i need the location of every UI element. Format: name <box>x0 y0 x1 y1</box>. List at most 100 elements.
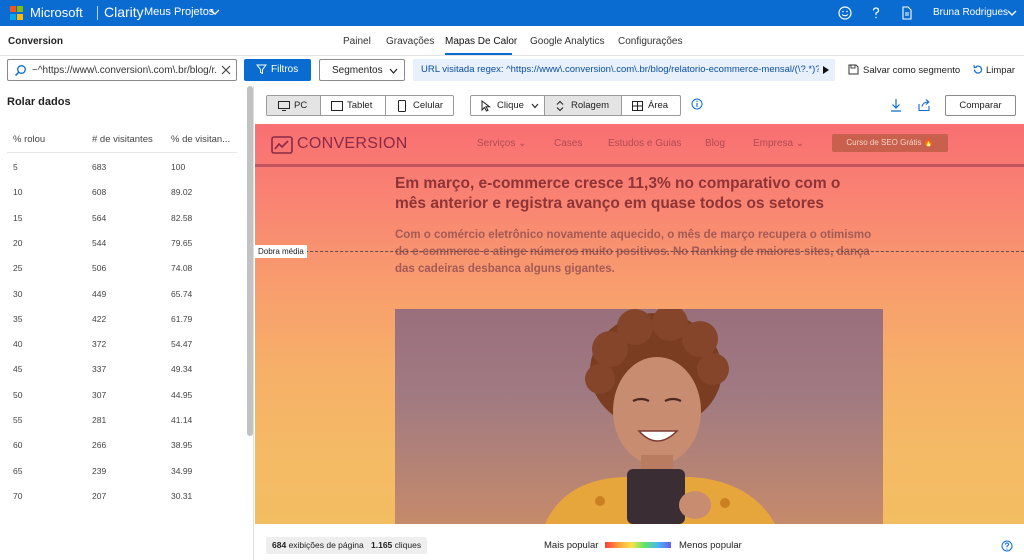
cell-visitors: 564 <box>92 212 107 223</box>
table-row[interactable]: 40 372 54.47 <box>0 339 245 363</box>
pageviews-stat: 684 exibições de página <box>266 537 370 554</box>
chevron-down-icon <box>389 68 398 74</box>
site-brand: CONVERSION <box>297 135 408 152</box>
hero-image <box>395 309 883 524</box>
chevron-down-icon[interactable] <box>1007 8 1017 18</box>
tab-gravacoes[interactable]: Gravações <box>386 36 434 47</box>
help-circle-icon[interactable] <box>1001 540 1013 552</box>
clear-button[interactable]: Limpar <box>972 64 1015 76</box>
table-row[interactable]: 60 266 38.95 <box>0 440 245 464</box>
save-icon <box>848 64 859 75</box>
table-row[interactable]: 10 608 89.02 <box>0 187 245 211</box>
cell-percent-visitors: 41.14 <box>171 415 193 425</box>
filters-button[interactable]: Filtros <box>244 59 311 81</box>
cell-visitors: 307 <box>92 389 107 400</box>
cell-visitors: 372 <box>92 339 107 350</box>
search-input[interactable]: ~^https://www\.conversion\.com\.br/blog/… <box>7 59 237 81</box>
table-row[interactable]: 30 449 65.74 <box>0 289 245 313</box>
column-header-visitors[interactable]: # de visitantes <box>92 134 153 145</box>
search-icon <box>14 65 26 77</box>
play-icon[interactable] <box>822 65 830 75</box>
share-icon[interactable] <box>917 98 931 112</box>
mobile-icon <box>398 100 406 112</box>
cell-visitors: 239 <box>92 465 107 476</box>
brand-divider <box>97 6 98 20</box>
table-row[interactable]: 55 281 41.14 <box>0 415 245 439</box>
clarity-brand[interactable]: Clarity <box>104 4 144 20</box>
cell-visitors: 608 <box>92 187 107 198</box>
cell-percent-visitors: 34.99 <box>171 465 193 476</box>
average-fold-line <box>255 251 1024 252</box>
table-row[interactable]: 15 564 82.58 <box>0 213 245 237</box>
cell-visitors: 683 <box>92 162 107 172</box>
save-segment-button[interactable]: Salvar como segmento <box>848 64 960 76</box>
download-icon[interactable] <box>889 98 903 112</box>
site-cta-button: Curso de SEO Grátis 🔥 <box>832 134 948 152</box>
scrollbar[interactable] <box>247 86 253 436</box>
mode-scroll-button[interactable]: Rolagem <box>545 96 622 115</box>
undo-icon <box>973 64 983 74</box>
cell-percent-scrolled: 30 <box>13 288 23 299</box>
smiley-icon[interactable] <box>837 5 853 21</box>
table-row[interactable]: 25 506 74.08 <box>0 263 245 287</box>
top-bar: Microsoft Clarity Meus Projetos Bruna Ro… <box>0 0 1024 26</box>
heatmap-viewport[interactable]: CONVERSION Serviços ⌄ Cases Estudos e Gu… <box>255 124 1024 524</box>
tab-configuracoes[interactable]: Configurações <box>618 36 682 47</box>
segments-label: Segmentos <box>332 65 383 76</box>
mode-click-button[interactable]: Clique <box>471 96 545 115</box>
microsoft-brand[interactable]: Microsoft <box>30 5 83 20</box>
column-header-percent-visitors[interactable]: % de visitan... <box>171 134 230 145</box>
chevron-down-icon <box>531 103 539 109</box>
clicks-stat: 1.165 cliques <box>365 537 428 554</box>
microsoft-logo-icon <box>10 6 24 20</box>
column-header-percent-scrolled[interactable]: % rolou <box>13 134 45 145</box>
table-row[interactable]: 35 422 61.79 <box>0 314 245 338</box>
table-row[interactable]: 5 683 100 <box>0 162 245 186</box>
table-row[interactable]: 50 307 44.95 <box>0 390 245 414</box>
mode-area-button[interactable]: Área <box>622 96 680 115</box>
table-row[interactable]: 70 207 30.31 <box>0 491 245 515</box>
cell-visitors: 337 <box>92 364 107 375</box>
info-icon[interactable] <box>691 98 703 110</box>
tab-google-analytics[interactable]: Google Analytics <box>530 36 605 47</box>
mode-click-label: Clique <box>497 100 524 111</box>
legend-least-popular: Menos popular <box>679 540 742 551</box>
user-name[interactable]: Bruna Rodrigues <box>933 7 1008 18</box>
conversion-logo-icon <box>271 136 293 154</box>
device-selector: PC Tablet Celular <box>266 95 454 116</box>
mode-scroll-label: Rolagem <box>571 100 610 111</box>
scroll-icon <box>556 100 564 112</box>
tablet-icon <box>331 101 343 111</box>
filter-icon <box>256 64 267 75</box>
device-pc-button[interactable]: PC <box>267 96 321 115</box>
cell-visitors: 207 <box>92 490 107 501</box>
projects-menu[interactable]: Meus Projetos <box>144 6 214 18</box>
url-filter-text: URL visitada regex: ^https://www\.conver… <box>421 64 819 75</box>
table-row[interactable]: 20 544 79.65 <box>0 238 245 262</box>
table-row[interactable]: 45 337 49.34 <box>0 364 245 388</box>
article-title: Em março, e-commerce cresce 11,3% no com… <box>395 175 841 212</box>
cell-percent-scrolled: 15 <box>13 212 23 223</box>
segments-dropdown[interactable]: Segmentos <box>319 59 405 81</box>
cell-percent-scrolled: 25 <box>13 263 23 274</box>
save-segment-label: Salvar como segmento <box>863 65 961 76</box>
chevron-down-icon[interactable] <box>210 7 220 17</box>
help-icon[interactable] <box>868 5 884 21</box>
device-tablet-label: Tablet <box>347 100 373 111</box>
cell-percent-scrolled: 20 <box>13 237 23 248</box>
tab-mapas-de-calor[interactable]: Mapas De Calor <box>445 36 517 47</box>
average-fold-label: Dobra média <box>255 245 307 258</box>
close-icon[interactable] <box>221 65 231 75</box>
device-mobile-label: Celular <box>413 100 444 111</box>
device-pc-label: PC <box>294 100 308 111</box>
tab-painel[interactable]: Painel <box>343 36 371 47</box>
cell-percent-scrolled: 50 <box>13 389 23 400</box>
cell-percent-visitors: 79.65 <box>171 237 193 248</box>
table-row[interactable]: 65 239 34.99 <box>0 466 245 490</box>
device-tablet-button[interactable]: Tablet <box>321 96 386 115</box>
legend-most-popular: Mais popular <box>544 540 599 551</box>
compare-button[interactable]: Comparar <box>945 95 1016 116</box>
device-mobile-button[interactable]: Celular <box>386 96 453 115</box>
url-filter-chip[interactable]: URL visitada regex: ^https://www\.conver… <box>413 59 835 81</box>
document-icon[interactable] <box>899 5 915 21</box>
